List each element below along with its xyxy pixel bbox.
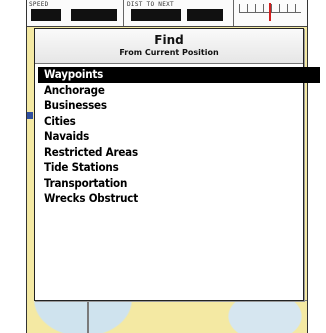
find-item-restricted-areas[interactable]: Restricted Areas	[41, 145, 297, 161]
find-item-wrecks-obstruct[interactable]: Wrecks Obstruct	[41, 191, 297, 207]
dist-field-value	[131, 9, 181, 21]
find-item-navaids[interactable]: Navaids	[41, 129, 297, 145]
speed-field-value	[71, 9, 117, 21]
speed-field-value	[31, 9, 61, 21]
find-dialog-subtitle: From Current Position	[119, 48, 219, 57]
map-marker-icon	[27, 112, 33, 119]
speed-field-label: SPEED	[29, 1, 49, 8]
find-item-tide-stations[interactable]: Tide Stations	[41, 160, 297, 176]
find-item-businesses[interactable]: Businesses	[41, 98, 297, 114]
dist-field-label: DIST TO NEXT	[127, 1, 174, 8]
field-divider	[233, 0, 234, 26]
find-item-anchorage[interactable]: Anchorage	[41, 83, 297, 99]
dist-field-value	[187, 9, 223, 21]
find-dialog-title: Find	[154, 33, 184, 47]
find-dialog: Find From Current Position Waypoints Anc…	[34, 28, 320, 301]
find-category-list: Waypoints Anchorage Businesses Cities Na…	[38, 67, 320, 207]
find-item-cities[interactable]: Cities	[41, 114, 297, 130]
find-item-waypoints[interactable]: Waypoints	[38, 67, 320, 83]
compass-pointer-icon	[269, 3, 271, 21]
find-dialog-header: Find From Current Position	[35, 29, 303, 64]
field-divider	[123, 0, 124, 26]
data-fields-bar: SPEED DIST TO NEXT	[27, 0, 307, 27]
find-item-transportation[interactable]: Transportation	[41, 176, 297, 192]
